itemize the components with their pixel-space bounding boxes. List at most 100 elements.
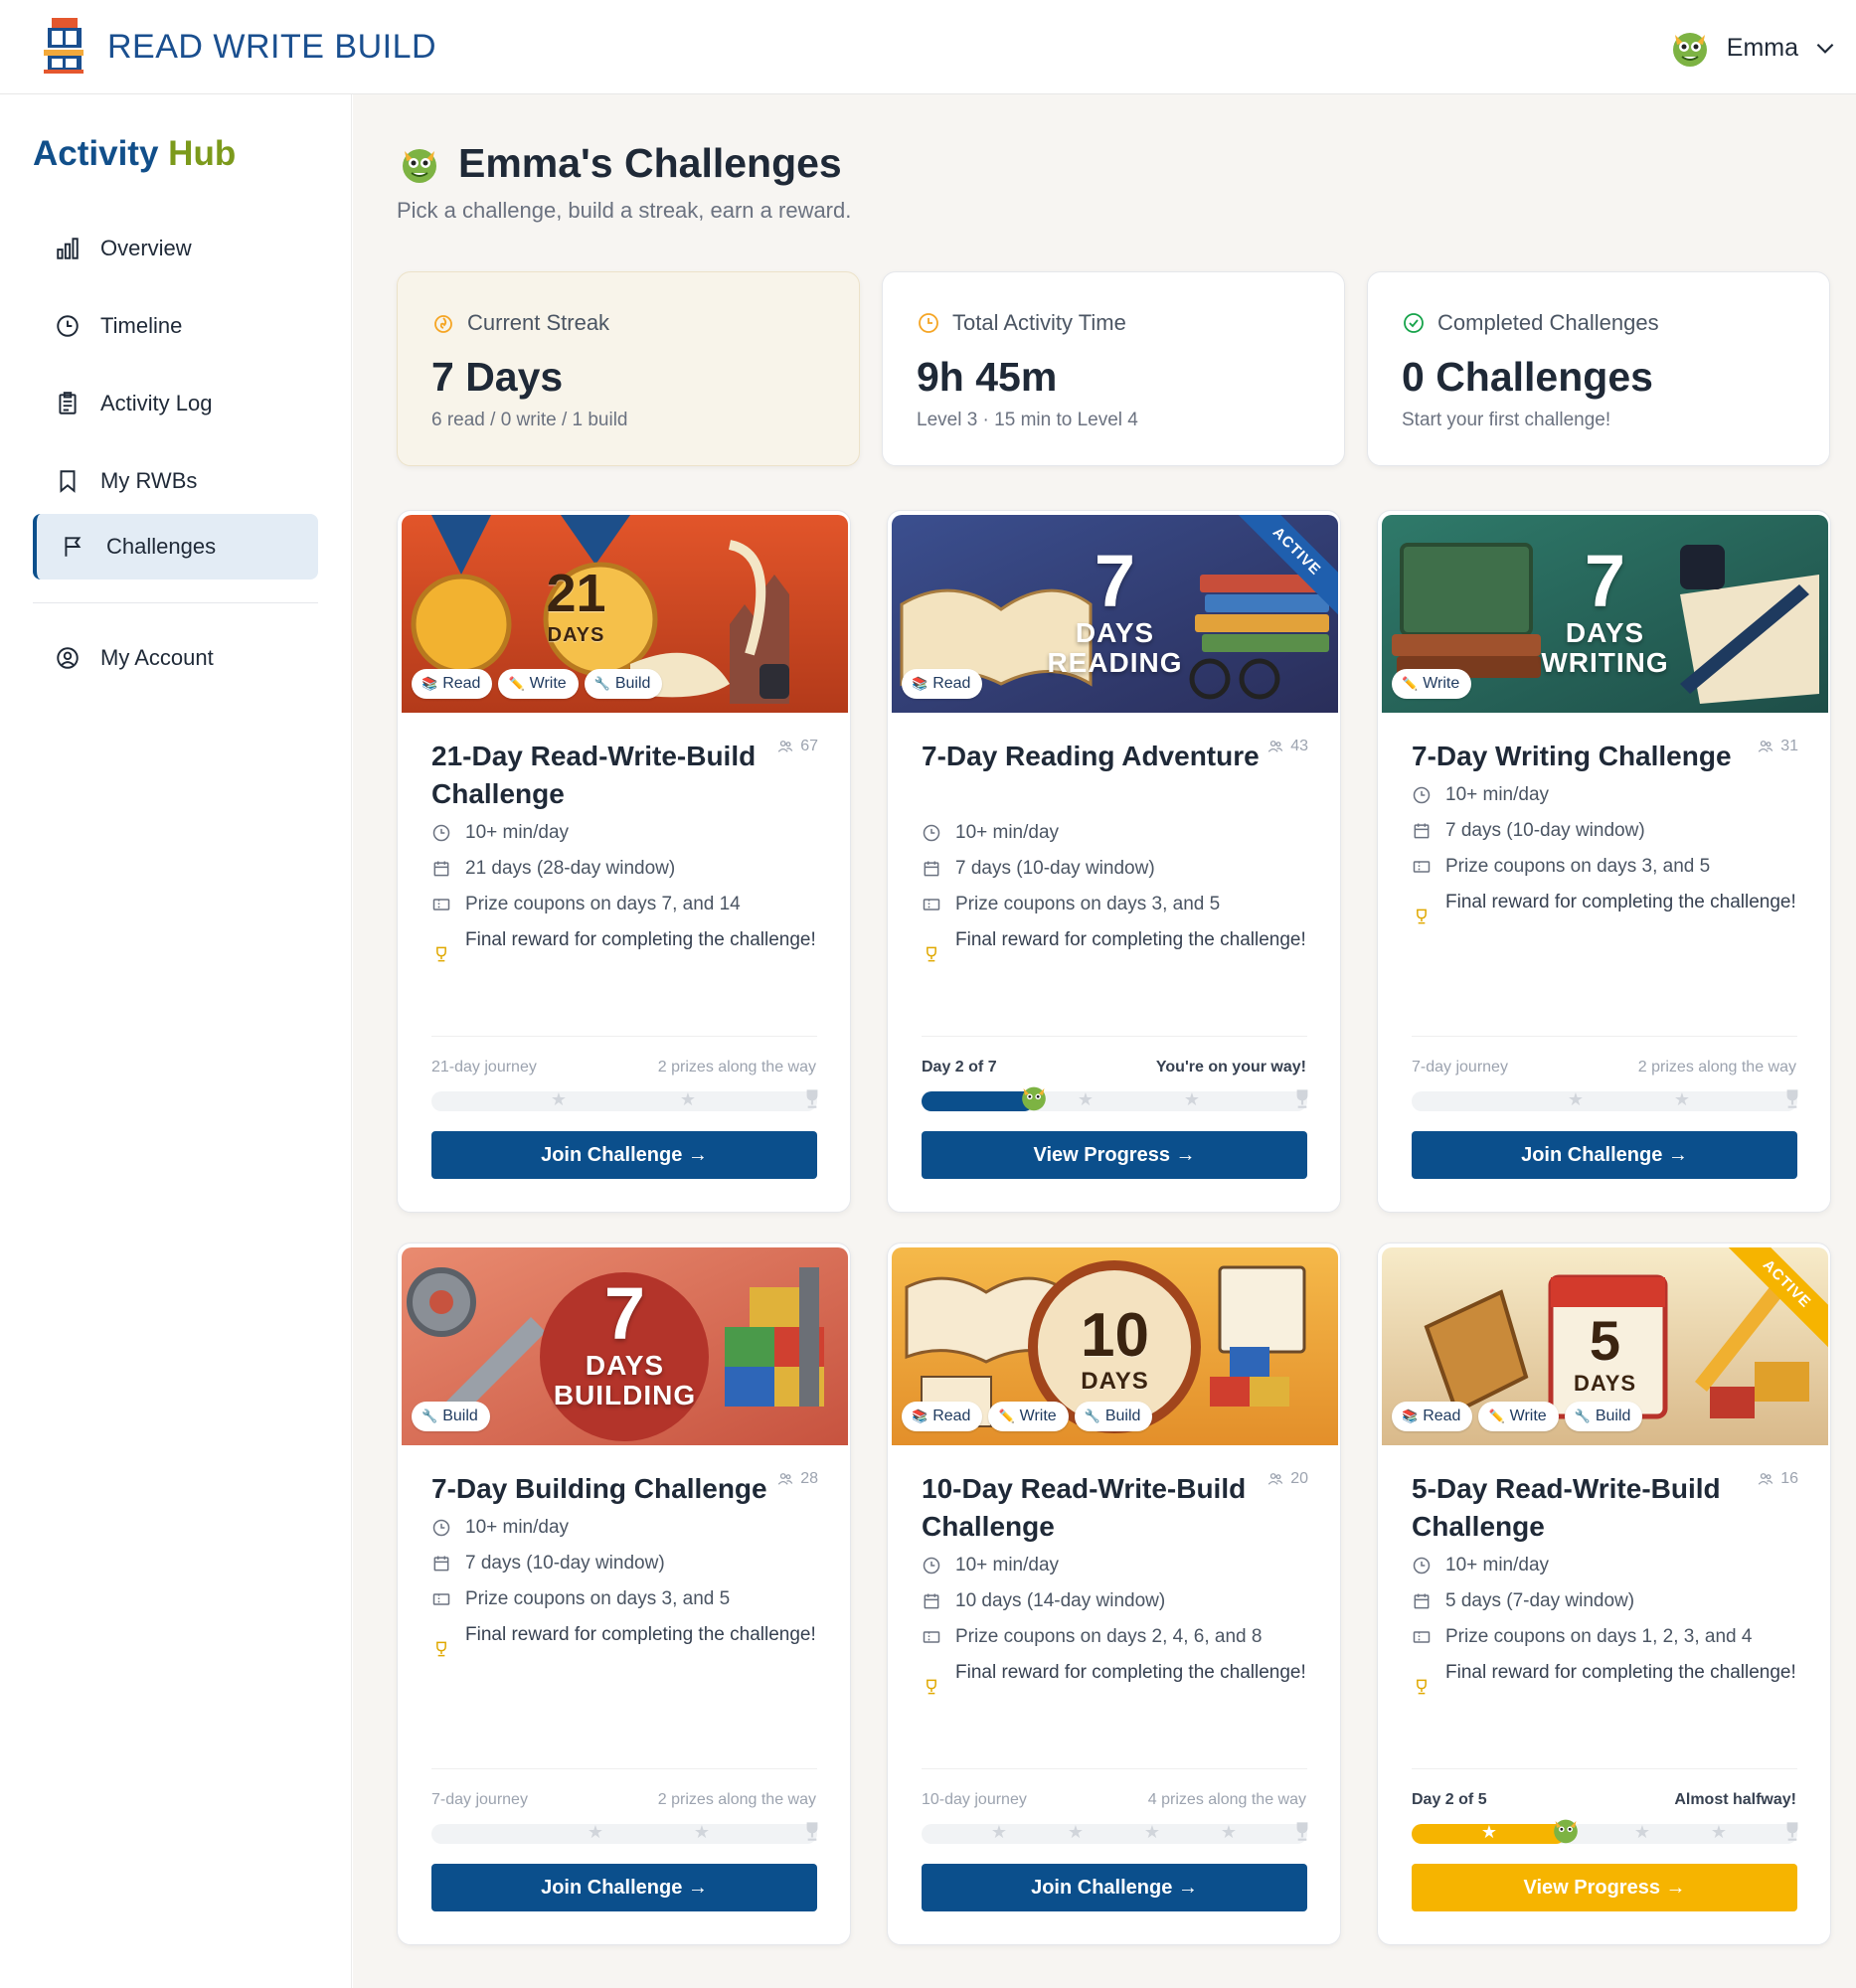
journey-track: ★ ★ ★ ★ bbox=[922, 1822, 1308, 1844]
sidebar-item-label: Activity Log bbox=[100, 391, 213, 415]
ticket-icon bbox=[432, 1593, 450, 1605]
star-icon: ★ bbox=[1183, 1089, 1201, 1109]
bookmark-icon bbox=[60, 470, 76, 493]
dragon-avatar-icon bbox=[1672, 33, 1707, 67]
calendar-icon bbox=[1414, 823, 1430, 839]
detail-days: 10 days (14-day window) bbox=[922, 1587, 1309, 1615]
stat-card-completed: Completed Challenges 0 Challenges Start … bbox=[1367, 271, 1830, 466]
detail-duration: 10+ min/day bbox=[1412, 781, 1799, 809]
detail-days: 5 days (7-day window) bbox=[1412, 1587, 1799, 1615]
calendar-icon bbox=[433, 1556, 449, 1572]
sidebar-item-timeline[interactable]: Timeline bbox=[33, 293, 318, 359]
calendar-icon bbox=[924, 861, 939, 877]
chevron-down-icon bbox=[1816, 43, 1834, 54]
join-challenge-button[interactable]: Join Challenge → bbox=[431, 1864, 817, 1911]
detail-coupons: Prize coupons on days 3, and 5 bbox=[431, 1585, 819, 1613]
ticket-icon bbox=[1413, 861, 1431, 873]
challenge-title: 7-Day Reading Adventure bbox=[922, 741, 1260, 771]
detail-duration: 10+ min/day bbox=[431, 819, 819, 847]
tag-build: 🔧 Build bbox=[1564, 1402, 1643, 1431]
tag-read: 📚 Read bbox=[902, 1402, 983, 1431]
star-icon: ★ bbox=[1143, 1822, 1161, 1842]
logo-text[interactable]: READ WRITE BUILD bbox=[107, 28, 436, 67]
image-number: 7 DAYS READING bbox=[1047, 540, 1183, 678]
sidebar-item-challenges[interactable]: Challenges bbox=[33, 514, 318, 580]
journey-label: 21-day journey bbox=[431, 1059, 537, 1076]
sidebar-item-activity-log[interactable]: Activity Log bbox=[33, 371, 318, 436]
detail-coupons: Prize coupons on days 2, 4, 6, and 8 bbox=[922, 1623, 1309, 1651]
sidebar-item-label: Timeline bbox=[100, 313, 183, 338]
join-challenge-button[interactable]: Join Challenge → bbox=[431, 1131, 817, 1179]
detail-days: 7 days (10-day window) bbox=[922, 855, 1309, 883]
detail-coupons: Prize coupons on days 7, and 14 bbox=[431, 891, 819, 918]
sidebar-item-my-account[interactable]: My Account bbox=[33, 625, 318, 691]
check-circle-icon bbox=[1404, 313, 1424, 333]
clock-icon bbox=[57, 315, 79, 337]
star-icon: ★ bbox=[587, 1822, 604, 1842]
detail-duration: 10+ min/day bbox=[1412, 1552, 1799, 1579]
stat-label-text: Completed Challenges bbox=[1437, 310, 1659, 335]
trophy-icon bbox=[1296, 1089, 1308, 1108]
journey-prizes: 2 prizes along the way bbox=[657, 1059, 816, 1076]
calendar-icon bbox=[433, 861, 449, 877]
clock-icon bbox=[1413, 1557, 1431, 1574]
view-progress-button[interactable]: View Progress → bbox=[922, 1131, 1307, 1179]
user-circle-icon bbox=[57, 647, 79, 669]
detail-duration: 10+ min/day bbox=[922, 819, 1309, 847]
trophy-icon bbox=[1417, 1679, 1427, 1695]
stat-label-text: Total Activity Time bbox=[952, 310, 1126, 335]
image-number: 5 DAYS bbox=[1573, 1309, 1637, 1397]
page-title: Emma's Challenges bbox=[458, 140, 842, 186]
tag-list: 📚 Read ✏️ Write 🔧 Build bbox=[1392, 1402, 1643, 1431]
journey-divider bbox=[431, 1768, 817, 1769]
star-icon: ★ bbox=[1220, 1822, 1238, 1842]
star-icon: ★ bbox=[679, 1089, 697, 1109]
trophy-icon bbox=[1786, 1822, 1798, 1841]
detail-duration: 10+ min/day bbox=[922, 1552, 1309, 1579]
logo-icon[interactable] bbox=[44, 18, 87, 74]
join-challenge-button[interactable]: Join Challenge → bbox=[922, 1864, 1307, 1911]
clipboard-icon bbox=[59, 392, 77, 414]
view-progress-button[interactable]: View Progress → bbox=[1412, 1864, 1797, 1911]
challenge-image: 7 DAYS BUILDING 🔧 Build bbox=[402, 1247, 848, 1445]
dragon-marker-icon bbox=[1021, 1086, 1046, 1111]
challenge-image: 21 DAYS 📚 Read ✏️ Write 🔧 Build bbox=[402, 515, 848, 713]
tag-list: 📚 Read ✏️ Write 🔧 Build bbox=[902, 1402, 1153, 1431]
users-icon bbox=[1267, 1473, 1283, 1485]
image-number: 10 DAYS bbox=[1081, 1301, 1149, 1396]
trophy-icon bbox=[806, 1822, 818, 1841]
pencil-icon: ✏️ bbox=[508, 676, 525, 691]
stat-label: Total Activity Time bbox=[917, 310, 1126, 336]
detail-reward: Final reward for completing the challeng… bbox=[922, 926, 1309, 964]
detail-reward: Final reward for completing the challeng… bbox=[431, 926, 819, 964]
star-icon: ★ bbox=[1633, 1822, 1651, 1842]
trophy-icon bbox=[927, 946, 936, 962]
trophy-icon bbox=[806, 1089, 818, 1108]
stat-value: 7 Days bbox=[431, 354, 564, 400]
dragon-icon bbox=[403, 148, 436, 183]
user-menu[interactable]: Emma bbox=[1667, 22, 1838, 74]
journey-label: 7-day journey bbox=[1412, 1059, 1508, 1076]
clock-icon bbox=[923, 824, 940, 842]
join-challenge-button[interactable]: Join Challenge → bbox=[1412, 1131, 1797, 1179]
tag-write: ✏️ Write bbox=[498, 669, 579, 699]
wrench-icon: 🔧 bbox=[1084, 1408, 1100, 1423]
detail-coupons: Prize coupons on days 3, and 5 bbox=[922, 891, 1309, 918]
star-icon: ★ bbox=[1710, 1822, 1728, 1842]
journey-divider bbox=[1412, 1036, 1797, 1037]
trophy-icon bbox=[436, 1641, 446, 1657]
clock-icon bbox=[1413, 786, 1431, 804]
challenge-title: 21-Day Read-Write-Build Challenge bbox=[431, 741, 757, 809]
stat-value: 0 Challenges bbox=[1402, 354, 1653, 400]
pencil-icon: ✏️ bbox=[1402, 676, 1419, 691]
image-number: 7 DAYS BUILDING bbox=[553, 1272, 697, 1410]
sidebar-item-overview[interactable]: Overview bbox=[33, 216, 318, 281]
journey-divider bbox=[922, 1768, 1307, 1769]
trophy-icon bbox=[436, 946, 446, 962]
clock-icon bbox=[919, 313, 938, 333]
tag-read: 📚 Read bbox=[1392, 1402, 1473, 1431]
journey-track: ★ ★ bbox=[922, 1086, 1308, 1111]
participant-count: 16 bbox=[1757, 1470, 1798, 1488]
detail-reward: Final reward for completing the challeng… bbox=[431, 1621, 819, 1659]
sidebar-item-my-rwbs[interactable]: My RWBs bbox=[33, 448, 318, 514]
